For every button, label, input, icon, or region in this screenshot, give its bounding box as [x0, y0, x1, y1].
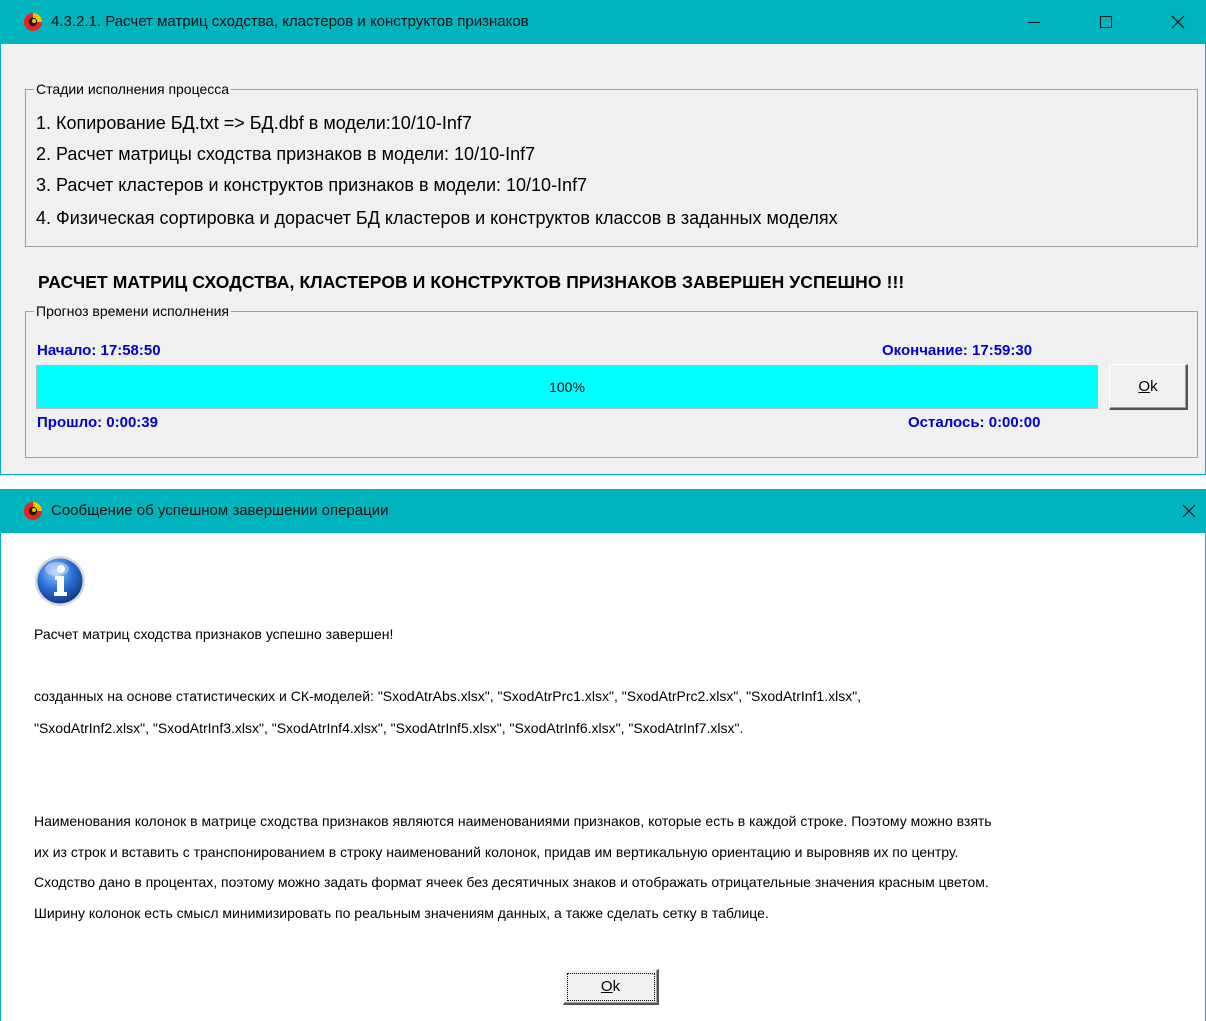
stage-item-4: 4. Физическая сортировка и дорасчет БД к… [36, 208, 838, 228]
progress-window: 4.3.2.1. Расчет матриц сходства, кластер… [0, 0, 1206, 475]
minimize-button[interactable] [1011, 0, 1057, 44]
app-logo-icon [24, 13, 42, 31]
maximize-icon [1100, 16, 1112, 28]
progress-window-title: 4.3.2.1. Расчет матриц сходства, кластер… [51, 13, 529, 30]
progress-window-titlebar[interactable]: 4.3.2.1. Расчет матриц сходства, кластер… [1, 0, 1205, 44]
ok-button-message[interactable]: Ok [563, 969, 659, 1005]
message-line-2: созданных на основе статистических и СК-… [34, 688, 862, 704]
close-button[interactable] [1166, 489, 1206, 533]
time-group-label: Прогноз времени исполнения [34, 303, 231, 319]
ok-button-progress[interactable]: Ok [1109, 364, 1188, 410]
message-para-4: Ширину колонок есть смысл минимизировать… [34, 905, 769, 921]
message-para-2: их из строк и вставить с транспонировани… [34, 844, 959, 860]
stages-group-label: Стадии исполнения процесса [34, 81, 232, 97]
stages-group: Стадии исполнения процесса 1. Копировани… [25, 81, 1198, 247]
minimize-icon [1028, 22, 1040, 23]
message-window: Сообщение об успешном завершении операци… [0, 489, 1206, 1021]
info-icon [35, 556, 85, 606]
message-line-3: "SxodAtrInf2.xlsx", "SxodAtrInf3.xlsx", … [34, 720, 744, 736]
remaining-time: Осталось: 0:00:00 [908, 414, 1041, 431]
close-icon [1171, 15, 1185, 29]
maximize-button[interactable] [1083, 0, 1129, 44]
ok-label-rest: k [612, 978, 621, 995]
ok-label-rest: k [1150, 378, 1158, 395]
close-icon [1182, 504, 1196, 518]
message-window-title: Сообщение об успешном завершении операци… [51, 502, 389, 519]
elapsed-time: Прошло: 0:00:39 [37, 414, 158, 431]
progress-bar: 100% [36, 365, 1098, 409]
message-line-1: Расчет матриц сходства признаков успешно… [34, 626, 394, 642]
stage-item-2: 2. Расчет матрицы сходства признаков в м… [36, 144, 536, 164]
completion-message: РАСЧЕТ МАТРИЦ СХОДСТВА, КЛАСТЕРОВ И КОНС… [38, 272, 905, 292]
close-button[interactable] [1155, 0, 1201, 44]
progress-label: 100% [549, 379, 585, 395]
end-time: Окончание: 17:59:30 [882, 342, 1033, 359]
message-window-titlebar[interactable]: Сообщение об успешном завершении операци… [1, 489, 1205, 533]
message-para-1: Наименования колонок в матрице сходства … [34, 813, 992, 829]
stage-item-3: 3. Расчет кластеров и конструктов призна… [36, 175, 588, 195]
ok-mnemonic: O [1138, 378, 1151, 395]
app-logo-icon [24, 502, 42, 520]
ok-mnemonic: O [600, 978, 613, 995]
message-para-3: Сходство дано в процентах, поэтому можно… [34, 874, 989, 890]
stage-item-1: 1. Копирование БД.txt => БД.dbf в модели… [36, 113, 472, 133]
start-time: Начало: 17:58:50 [37, 342, 161, 359]
